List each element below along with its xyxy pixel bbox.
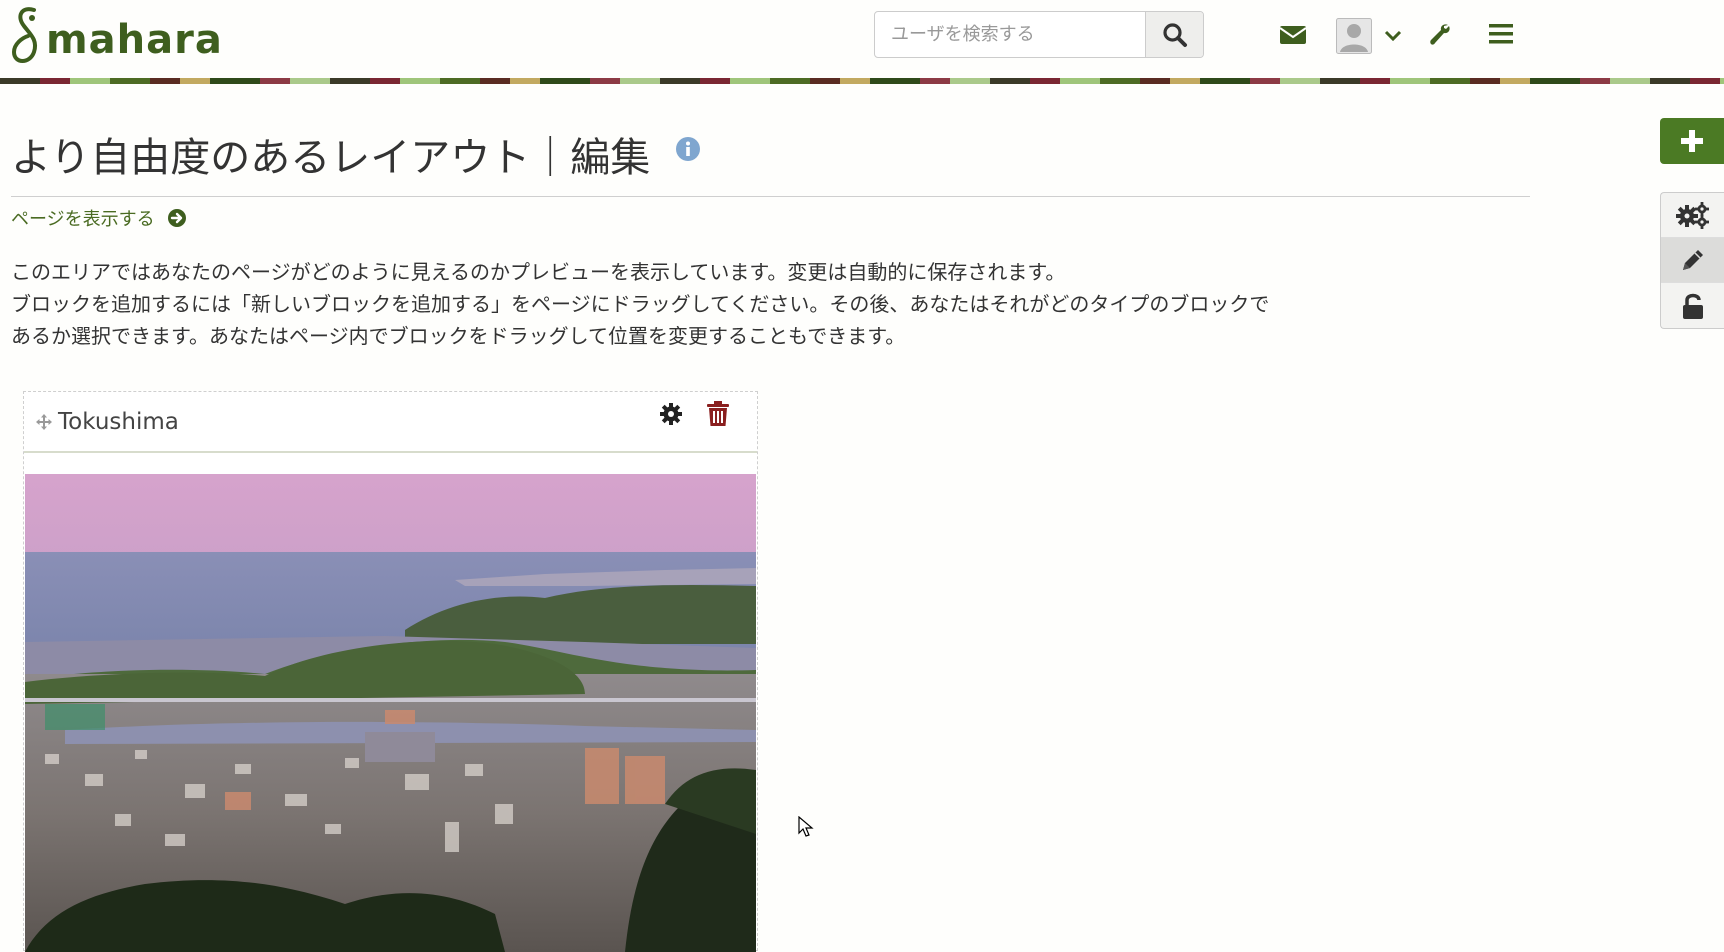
search-button[interactable]: [1145, 12, 1203, 57]
chevron-down-icon: [1384, 30, 1402, 42]
gear-icon[interactable]: [659, 402, 683, 426]
pencil-icon: [1682, 250, 1703, 270]
logo-wordmark: mahara: [46, 17, 223, 63]
view-page-label: ページを表示する: [11, 209, 155, 230]
envelope-icon: [1279, 26, 1307, 44]
hamburger-menu-icon: [1489, 24, 1513, 44]
wrench-icon: [1430, 24, 1450, 45]
arrow-circle-right-icon: [167, 209, 186, 227]
title-divider: [11, 196, 1530, 197]
page-description: このエリアではあなたのページがどのように見えるのかプレビューを表示しています。変…: [11, 256, 1431, 352]
user-search-input[interactable]: [875, 12, 1145, 57]
block-header: Tokushima: [24, 392, 757, 453]
info-icon[interactable]: [675, 136, 701, 162]
search-icon: [1162, 22, 1187, 47]
user-search: [874, 11, 1204, 58]
add-block-button[interactable]: [1660, 118, 1724, 164]
trash-icon[interactable]: [707, 401, 729, 427]
settings-tool-button[interactable]: [1661, 193, 1724, 238]
site-header: mahara: [0, 0, 1724, 78]
mahara-logo[interactable]: mahara: [8, 4, 223, 70]
view-page-link[interactable]: ページを表示する: [11, 205, 187, 231]
logo-mark-icon: [11, 7, 37, 63]
mouse-cursor: [798, 816, 814, 837]
block-title: Tokushima: [58, 409, 179, 435]
inbox-button[interactable]: [1278, 22, 1308, 48]
image-block: Tokushima: [23, 391, 758, 952]
description-line: このエリアではあなたのページがどのように見えるのかプレビューを表示しています。変…: [11, 260, 1066, 284]
avatar: [1336, 18, 1372, 54]
page-tools: [1660, 192, 1724, 329]
description-line: ブロックを追加するには「新しいブロックを追加する」をページにドラッグしてください…: [11, 292, 1270, 316]
access-tool-button[interactable]: [1661, 283, 1724, 328]
description-line: あるか選択できます。あなたはページ内でブロックをドラッグして位置を変更することも…: [11, 324, 906, 348]
unlock-icon: [1682, 293, 1703, 319]
plus-icon: [1681, 130, 1703, 152]
main-menu-button[interactable]: [1486, 20, 1516, 48]
edit-tool-button[interactable]: [1661, 238, 1724, 283]
header-stripe: [0, 78, 1724, 84]
page-title: より自由度のあるレイアウト｜編集: [11, 135, 651, 181]
cogs-icon: [1675, 202, 1709, 229]
move-icon[interactable]: [36, 414, 52, 430]
user-menu-button[interactable]: [1334, 16, 1404, 56]
admin-tools-button[interactable]: [1426, 20, 1454, 48]
block-image: [25, 474, 756, 952]
